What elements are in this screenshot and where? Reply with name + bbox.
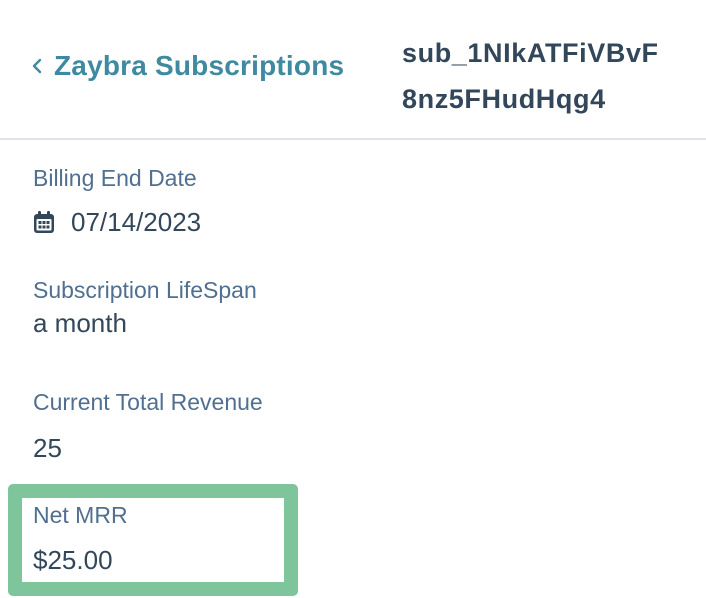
record-title: sub_1NIkATFiVBvF 8nz5FHudHqg4	[402, 30, 692, 122]
current-total-revenue-label: Current Total Revenue	[33, 389, 263, 415]
subscription-lifespan-label: Subscription LifeSpan	[33, 277, 257, 303]
record-title-line-2: 8nz5FHudHqg4	[402, 84, 606, 114]
billing-end-date-value[interactable]: 07/14/2023	[33, 207, 201, 238]
record-title-line-1: sub_1NIkATFiVBvF	[402, 38, 659, 68]
subscription-lifespan-value[interactable]: a month	[33, 308, 127, 339]
current-total-revenue-value[interactable]: 25	[33, 433, 62, 464]
chevron-left-icon	[32, 58, 42, 74]
back-to-subscriptions-link[interactable]: Zaybra Subscriptions	[28, 50, 344, 82]
net-mrr-value[interactable]: $25.00	[33, 545, 113, 576]
net-mrr-highlight-box	[8, 484, 298, 596]
billing-end-date-label: Billing End Date	[33, 165, 197, 191]
back-link-label: Zaybra Subscriptions	[54, 50, 345, 81]
billing-end-date-text: 07/14/2023	[71, 207, 202, 237]
calendar-icon	[34, 210, 54, 233]
record-header: Zaybra Subscriptions sub_1NIkATFiVBvF 8n…	[0, 0, 706, 140]
net-mrr-label: Net MRR	[33, 502, 128, 528]
